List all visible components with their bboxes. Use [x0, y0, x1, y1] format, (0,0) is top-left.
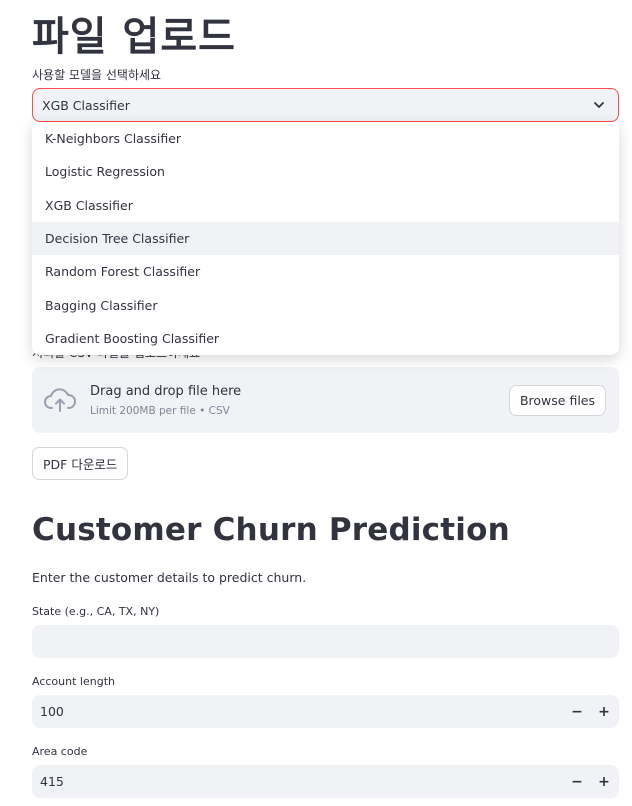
- account-length-label: Account length: [32, 675, 115, 688]
- state-field-label: State (e.g., CA, TX, NY): [32, 605, 160, 618]
- area-code-increment-button[interactable]: +: [592, 765, 616, 798]
- cloud-upload-icon: [44, 388, 76, 412]
- account-length-value: 100: [40, 704, 64, 719]
- dropdown-option-gradient-boosting[interactable]: Gradient Boosting Classifier: [32, 322, 619, 355]
- state-input[interactable]: [32, 625, 619, 658]
- dropdown-option-xgb[interactable]: XGB Classifier: [32, 189, 619, 222]
- prediction-title: Customer Churn Prediction: [32, 512, 510, 548]
- model-select-value: XGB Classifier: [42, 97, 130, 113]
- account-length-input[interactable]: 100 − +: [32, 695, 619, 728]
- dropdown-option-decision-tree[interactable]: Decision Tree Classifier: [32, 221, 619, 256]
- dropzone-limit: Limit 200MB per file • CSV: [90, 405, 230, 417]
- dropdown-option-bagging[interactable]: Bagging Classifier: [32, 288, 619, 321]
- account-length-decrement-button[interactable]: −: [565, 695, 589, 728]
- area-code-value: 415: [40, 774, 64, 789]
- model-select-label: 사용할 모델을 선택하세요: [32, 68, 162, 82]
- browse-files-button[interactable]: Browse files: [508, 385, 606, 416]
- dropzone-title: Drag and drop file here: [90, 384, 242, 399]
- dropdown-option-random-forest[interactable]: Random Forest Classifier: [32, 255, 619, 288]
- model-dropdown-menu: K-Neighbors Classifier Logistic Regressi…: [32, 122, 619, 355]
- area-code-label: Area code: [32, 745, 88, 758]
- dropdown-option-k-neighbors[interactable]: K-Neighbors Classifier: [32, 122, 619, 155]
- chevron-down-icon: [594, 102, 604, 108]
- account-length-increment-button[interactable]: +: [592, 695, 616, 728]
- page-title: 파일 업로드: [32, 14, 236, 60]
- prediction-description: Enter the customer details to predict ch…: [32, 570, 307, 585]
- file-dropzone[interactable]: Drag and drop file here Limit 200MB per …: [32, 367, 619, 433]
- pdf-download-button[interactable]: PDF 다운로드: [32, 447, 129, 480]
- model-select[interactable]: XGB Classifier: [32, 88, 619, 122]
- area-code-input[interactable]: 415 − +: [32, 765, 619, 798]
- area-code-decrement-button[interactable]: −: [565, 765, 589, 798]
- dropdown-option-logistic-regression[interactable]: Logistic Regression: [32, 155, 619, 188]
